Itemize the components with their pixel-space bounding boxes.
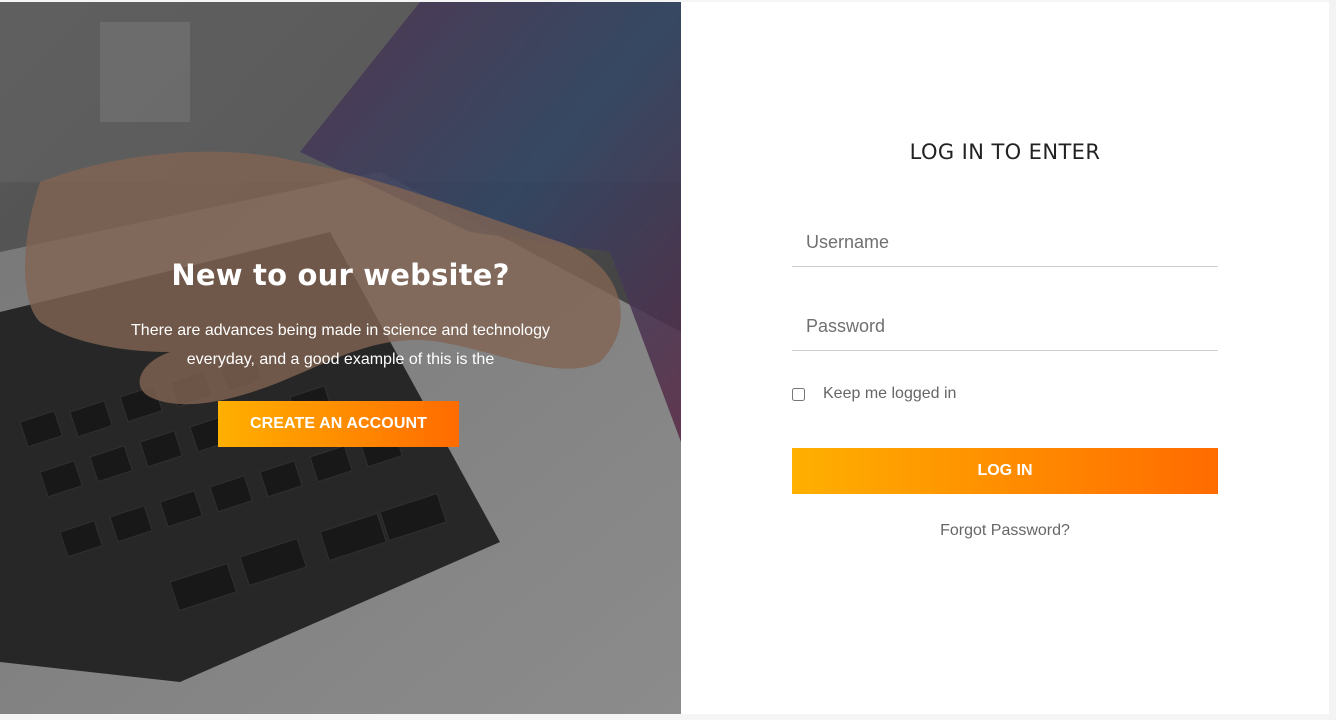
forgot-password-link[interactable]: Forgot Password? [681,522,1329,540]
hero-title: New to our website? [171,258,510,292]
username-input[interactable] [792,218,1218,266]
create-account-button[interactable]: CREATE AN ACCOUNT [218,401,459,447]
login-button[interactable]: LOG IN [792,448,1218,494]
login-title: LOG IN TO ENTER [909,140,1101,164]
password-input[interactable] [792,302,1218,350]
hero-panel: New to our website? There are advances b… [0,2,681,714]
username-field [792,218,1218,267]
login-panel: LOG IN TO ENTER Keep me logged in LOG IN… [681,2,1329,714]
remember-checkbox[interactable] [792,387,805,401]
remember-me[interactable]: Keep me logged in [792,385,956,403]
remember-label: Keep me logged in [823,385,957,402]
page-edge [1329,0,1336,720]
login-page: New to our website? There are advances b… [0,0,1336,720]
hero-content: New to our website? There are advances b… [0,2,681,714]
hero-description: There are advances being made in science… [131,322,550,368]
password-field [792,302,1218,351]
